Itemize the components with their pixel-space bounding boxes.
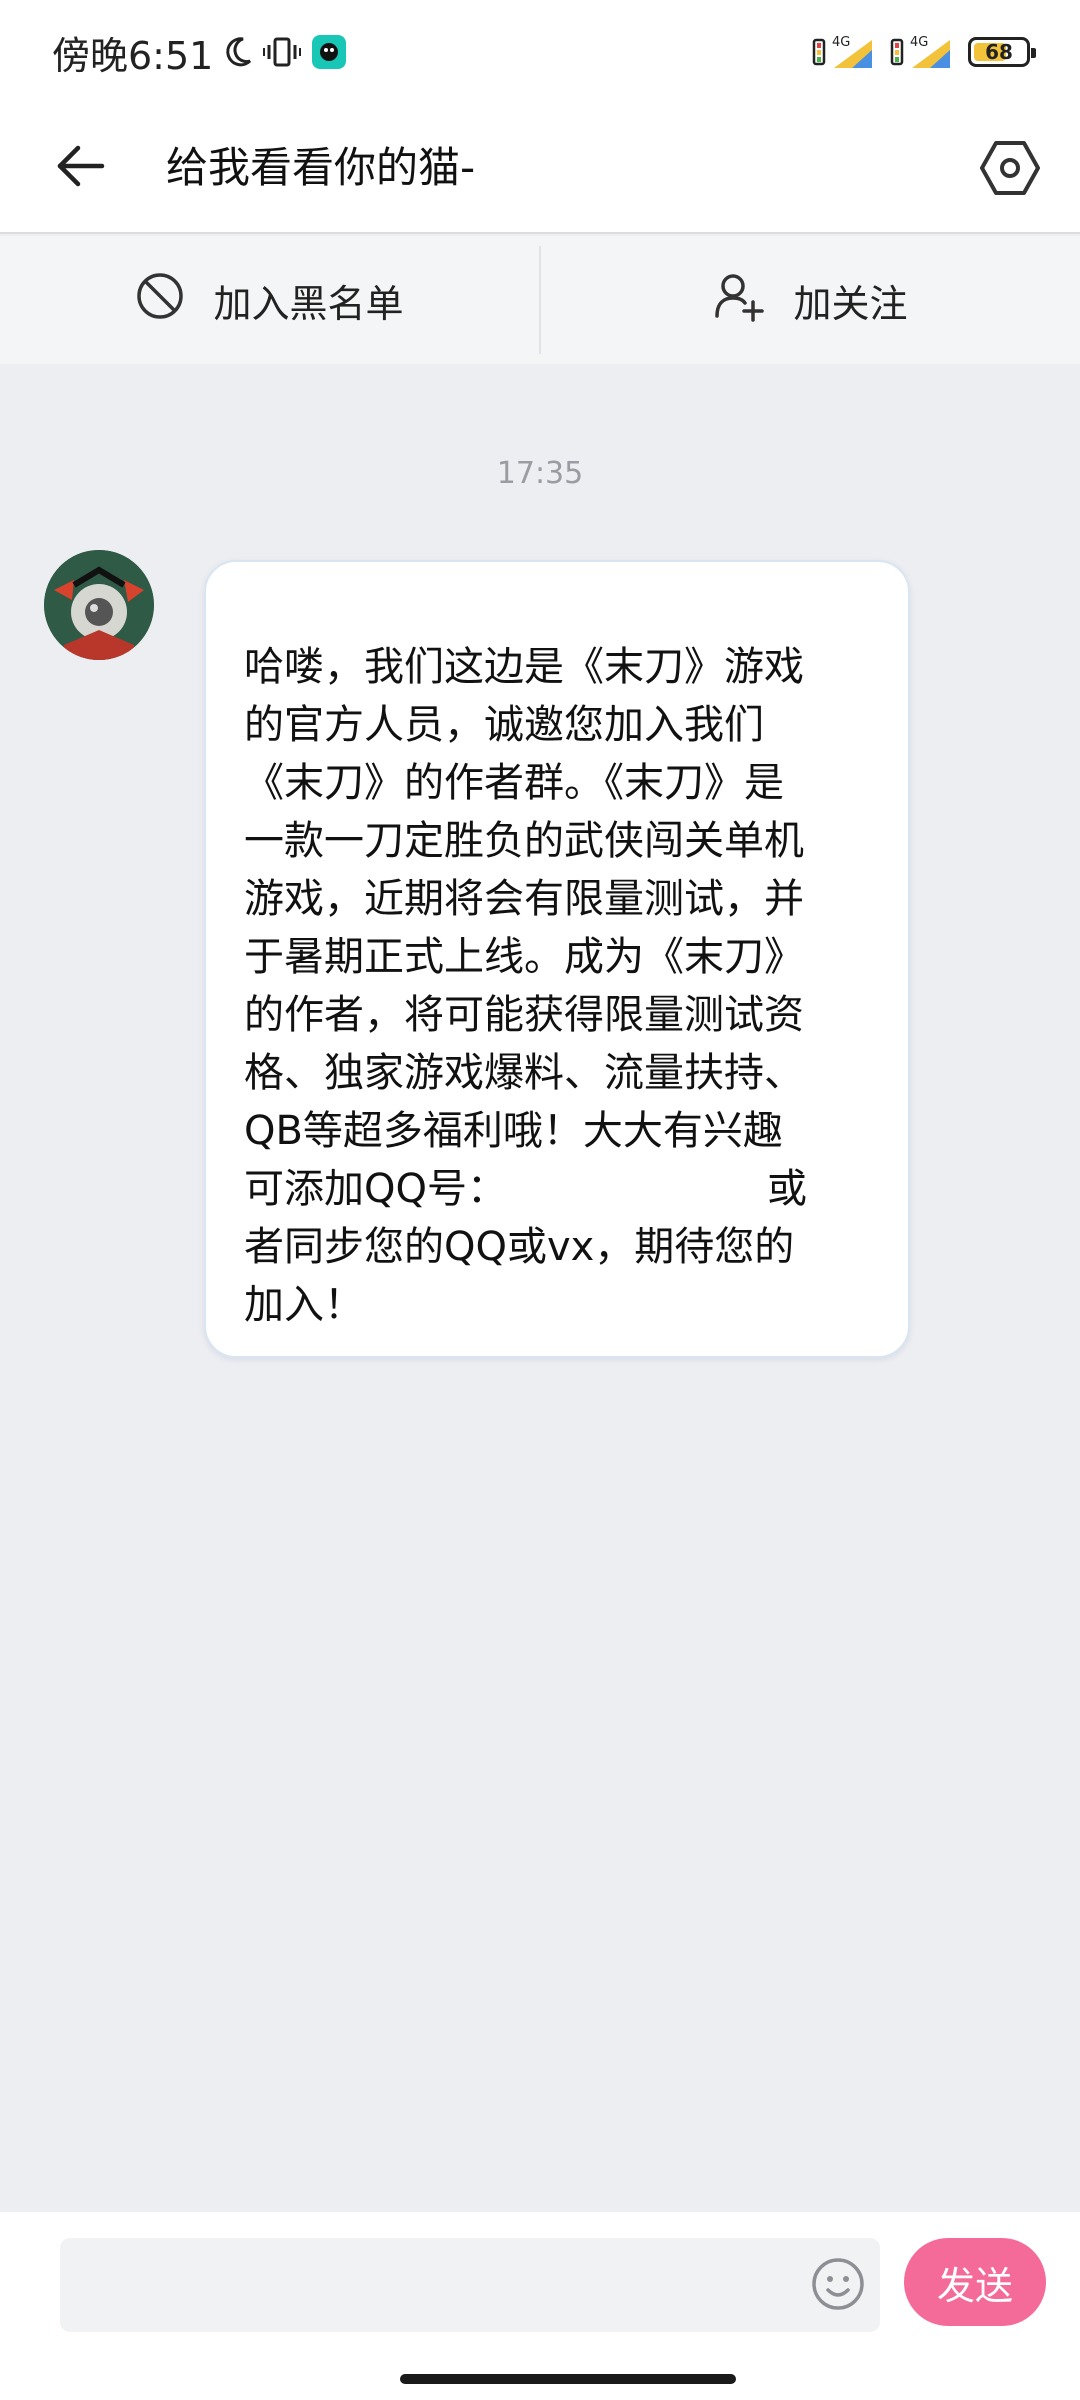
follow-button[interactable]: 加关注 xyxy=(541,236,1080,364)
block-button[interactable]: 加入黑名单 xyxy=(0,236,539,364)
status-right: 4G 4G 68 xyxy=(812,30,1036,74)
status-time: 傍晚6:51 xyxy=(52,33,214,78)
home-indicator[interactable] xyxy=(400,2374,736,2384)
battery-icon: 68 xyxy=(968,37,1036,67)
network-label-2: 4G xyxy=(910,35,928,50)
signal-icon: 4G xyxy=(890,32,954,72)
chat-header: 给我看看你的猫- xyxy=(0,104,1080,234)
message-text: 哈喽，我们这边是《末刀》游戏 的官方人员，诚邀您加入我们 《末刀》的作者群。《末… xyxy=(244,644,807,1328)
hexagon-settings-icon xyxy=(980,138,1040,202)
status-bar: 傍晚6:51 4G 4G 68 xyxy=(0,0,1080,104)
back-button[interactable] xyxy=(40,128,120,208)
message-input[interactable] xyxy=(60,2238,880,2332)
battery-level: 68 xyxy=(985,40,1013,64)
smiley-icon xyxy=(810,2256,866,2316)
input-bar: 发送 xyxy=(0,2212,1080,2352)
arrow-left-icon xyxy=(54,140,106,196)
app-notification-icon xyxy=(311,34,347,70)
add-user-icon xyxy=(713,270,765,331)
send-button[interactable]: 发送 xyxy=(904,2238,1046,2326)
block-icon xyxy=(135,271,185,330)
moon-icon xyxy=(223,35,253,69)
signal-icon: 4G xyxy=(812,32,876,72)
settings-button[interactable] xyxy=(968,128,1052,212)
avatar[interactable] xyxy=(44,550,154,660)
block-label: 加入黑名单 xyxy=(213,281,404,326)
network-label-1: 4G xyxy=(832,35,850,50)
message-timestamp: 17:35 xyxy=(496,456,584,491)
status-left: 傍晚6:51 xyxy=(52,24,347,80)
gesture-area xyxy=(0,2352,1080,2400)
emoji-button[interactable] xyxy=(808,2256,868,2316)
follow-label: 加关注 xyxy=(793,281,908,326)
vibrate-icon xyxy=(263,35,302,69)
action-bar: 加入黑名单 加关注 xyxy=(0,236,1080,364)
message-bubble[interactable]: 哈喽，我们这边是《末刀》游戏 的官方人员，诚邀您加入我们 《末刀》的作者群。《末… xyxy=(204,560,910,1358)
page-title: 给我看看你的猫- xyxy=(166,143,476,192)
